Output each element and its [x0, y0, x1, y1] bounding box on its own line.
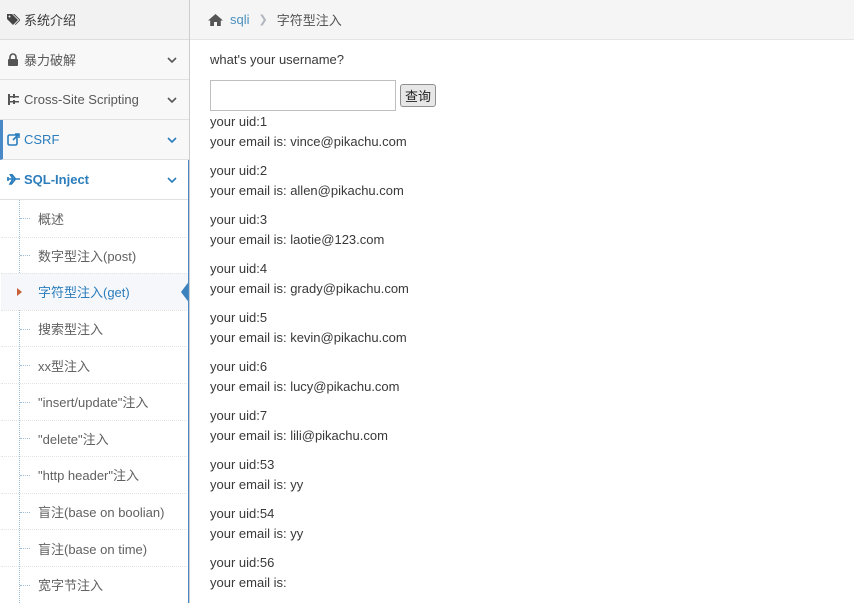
result-entry: your uid:5 your email is: kevin@pikachu.c… — [210, 308, 854, 357]
query-button[interactable]: 查询 — [400, 84, 437, 107]
result-entry: your uid:7 your email is: lili@pikachu.co… — [210, 406, 854, 455]
sidebar: 系统介绍 暴力破解 Cross-Site Scripting CSRF SQL-… — [0, 0, 190, 603]
result-entry: your uid:2 your email is: allen@pikachu.c… — [210, 161, 854, 210]
caret-right-icon — [17, 287, 22, 296]
result-uid: your uid:3 — [210, 212, 268, 227]
sidebar-item-label: "insert/update"注入 — [38, 395, 149, 411]
sidebar-item-wide-byte[interactable]: 宽字节注入 — [1, 565, 189, 603]
result-entry: your uid:53 your email is: yy — [210, 455, 854, 504]
nav-system-intro[interactable]: 系统介绍 — [0, 0, 189, 40]
result-email: your email is: lili@pikachu.com — [210, 428, 388, 443]
result-email: your email is: vince@pikachu.com — [210, 134, 407, 149]
lock-icon — [6, 53, 20, 67]
query-form: 查询 — [210, 78, 854, 111]
chevron-down-icon — [166, 54, 178, 66]
sidebar-item-label: 搜索型注入 — [38, 322, 104, 338]
result-uid: your uid:7 — [210, 408, 268, 423]
results-list: your uid:1 your email is: vince@pikachu.c… — [210, 112, 854, 602]
plane-icon — [6, 173, 20, 187]
sidebar-item-blind-boolean[interactable]: 盲注(base on boolian) — [1, 492, 189, 530]
result-uid: your uid:2 — [210, 163, 268, 178]
nav-label: SQL-Inject — [24, 172, 90, 187]
sidebar-item-string-get[interactable]: 字符型注入(get) — [1, 273, 189, 310]
sidebar-item-label: "delete"注入 — [38, 431, 109, 447]
result-uid: your uid:53 — [210, 457, 275, 472]
sidebar-item-label: xx型注入 — [38, 358, 91, 374]
result-email: your email is: yy — [210, 477, 304, 492]
sidebar-item-delete[interactable]: "delete"注入 — [1, 419, 189, 457]
sidebar-item-blind-time[interactable]: 盲注(base on time) — [1, 529, 189, 566]
result-entry: your uid:56 your email is: — [210, 553, 854, 602]
result-email: your email is: laotie@123.com — [210, 232, 385, 247]
sidebar-item-label: 概述 — [38, 211, 65, 227]
result-entry: your uid:6 your email is: lucy@pikachu.co… — [210, 357, 854, 406]
sidebar-item-insert-update[interactable]: "insert/update"注入 — [1, 382, 189, 420]
sidebar-item-label: 字符型注入(get) — [38, 285, 130, 301]
result-uid: your uid:5 — [210, 310, 268, 325]
result-uid: your uid:4 — [210, 261, 268, 276]
username-question: what's your username? — [210, 52, 344, 67]
nav-csrf[interactable]: CSRF — [0, 120, 189, 160]
result-email: your email is: kevin@pikachu.com — [210, 330, 407, 345]
nav-label: 暴力破解 — [24, 53, 77, 68]
chevron-down-icon — [166, 174, 178, 186]
result-email: your email is: yy — [210, 526, 304, 541]
nav-brute-force[interactable]: 暴力破解 — [0, 40, 189, 80]
sidebar-item-search[interactable]: 搜索型注入 — [1, 309, 189, 347]
result-entry: your uid:3 your email is: laotie@123.com — [210, 210, 854, 259]
breadcrumb: sqli ❯ 字符型注入 — [190, 0, 854, 40]
chevron-down-icon — [166, 134, 178, 146]
breadcrumb-separator-icon: ❯ — [258, 14, 268, 26]
username-input[interactable] — [210, 80, 396, 111]
sidebar-item-xx[interactable]: xx型注入 — [1, 346, 189, 383]
nav-xss[interactable]: Cross-Site Scripting — [0, 80, 189, 120]
nav-label: 系统介绍 — [24, 13, 77, 28]
sidebar-active-rail — [188, 160, 189, 603]
result-email: your email is: allen@pikachu.com — [210, 183, 404, 198]
chevron-down-icon — [166, 94, 178, 106]
sidebar-item-label: 宽字节注入 — [38, 578, 104, 594]
result-uid: your uid:54 — [210, 506, 275, 521]
sqli-submenu: 概述 数字型注入(post) 字符型注入(get) 搜索型注入 xx型注入 "i… — [0, 200, 189, 603]
result-email: your email is: — [210, 575, 287, 590]
sidebar-item-overview[interactable]: 概述 — [1, 200, 189, 237]
result-uid: your uid:56 — [210, 555, 275, 570]
nav-label: CSRF — [24, 132, 60, 147]
home-icon[interactable] — [207, 13, 224, 27]
sidebar-item-label: 盲注(base on boolian) — [38, 505, 165, 521]
sidebar-item-label: "http header"注入 — [38, 468, 140, 484]
breadcrumb-link-sqli[interactable]: sqli — [230, 12, 250, 27]
result-uid: your uid:1 — [210, 114, 268, 129]
sidebar-item-label: 数字型注入(post) — [38, 248, 137, 264]
main-content: what's your username? 查询 your uid:1 your … — [210, 40, 854, 603]
result-uid: your uid:6 — [210, 359, 268, 374]
sitemap-icon — [6, 93, 20, 107]
result-email: your email is: grady@pikachu.com — [210, 281, 409, 296]
result-entry: your uid:54 your email is: yy — [210, 504, 854, 553]
result-entry: your uid:4 your email is: grady@pikachu.c… — [210, 259, 854, 308]
sidebar-item-label: 盲注(base on time) — [38, 541, 148, 557]
tags-icon — [6, 13, 20, 27]
sidebar-item-http-header[interactable]: "http header"注入 — [1, 456, 189, 493]
result-email: your email is: lucy@pikachu.com — [210, 379, 400, 394]
breadcrumb-current: 字符型注入 — [276, 13, 342, 28]
sidebar-item-numeric-post[interactable]: 数字型注入(post) — [1, 236, 189, 274]
share-icon — [6, 133, 20, 147]
nav-sql-inject[interactable]: SQL-Inject — [0, 160, 189, 200]
nav-label: Cross-Site Scripting — [24, 92, 139, 107]
result-entry: your uid:1 your email is: vince@pikachu.c… — [210, 112, 854, 161]
